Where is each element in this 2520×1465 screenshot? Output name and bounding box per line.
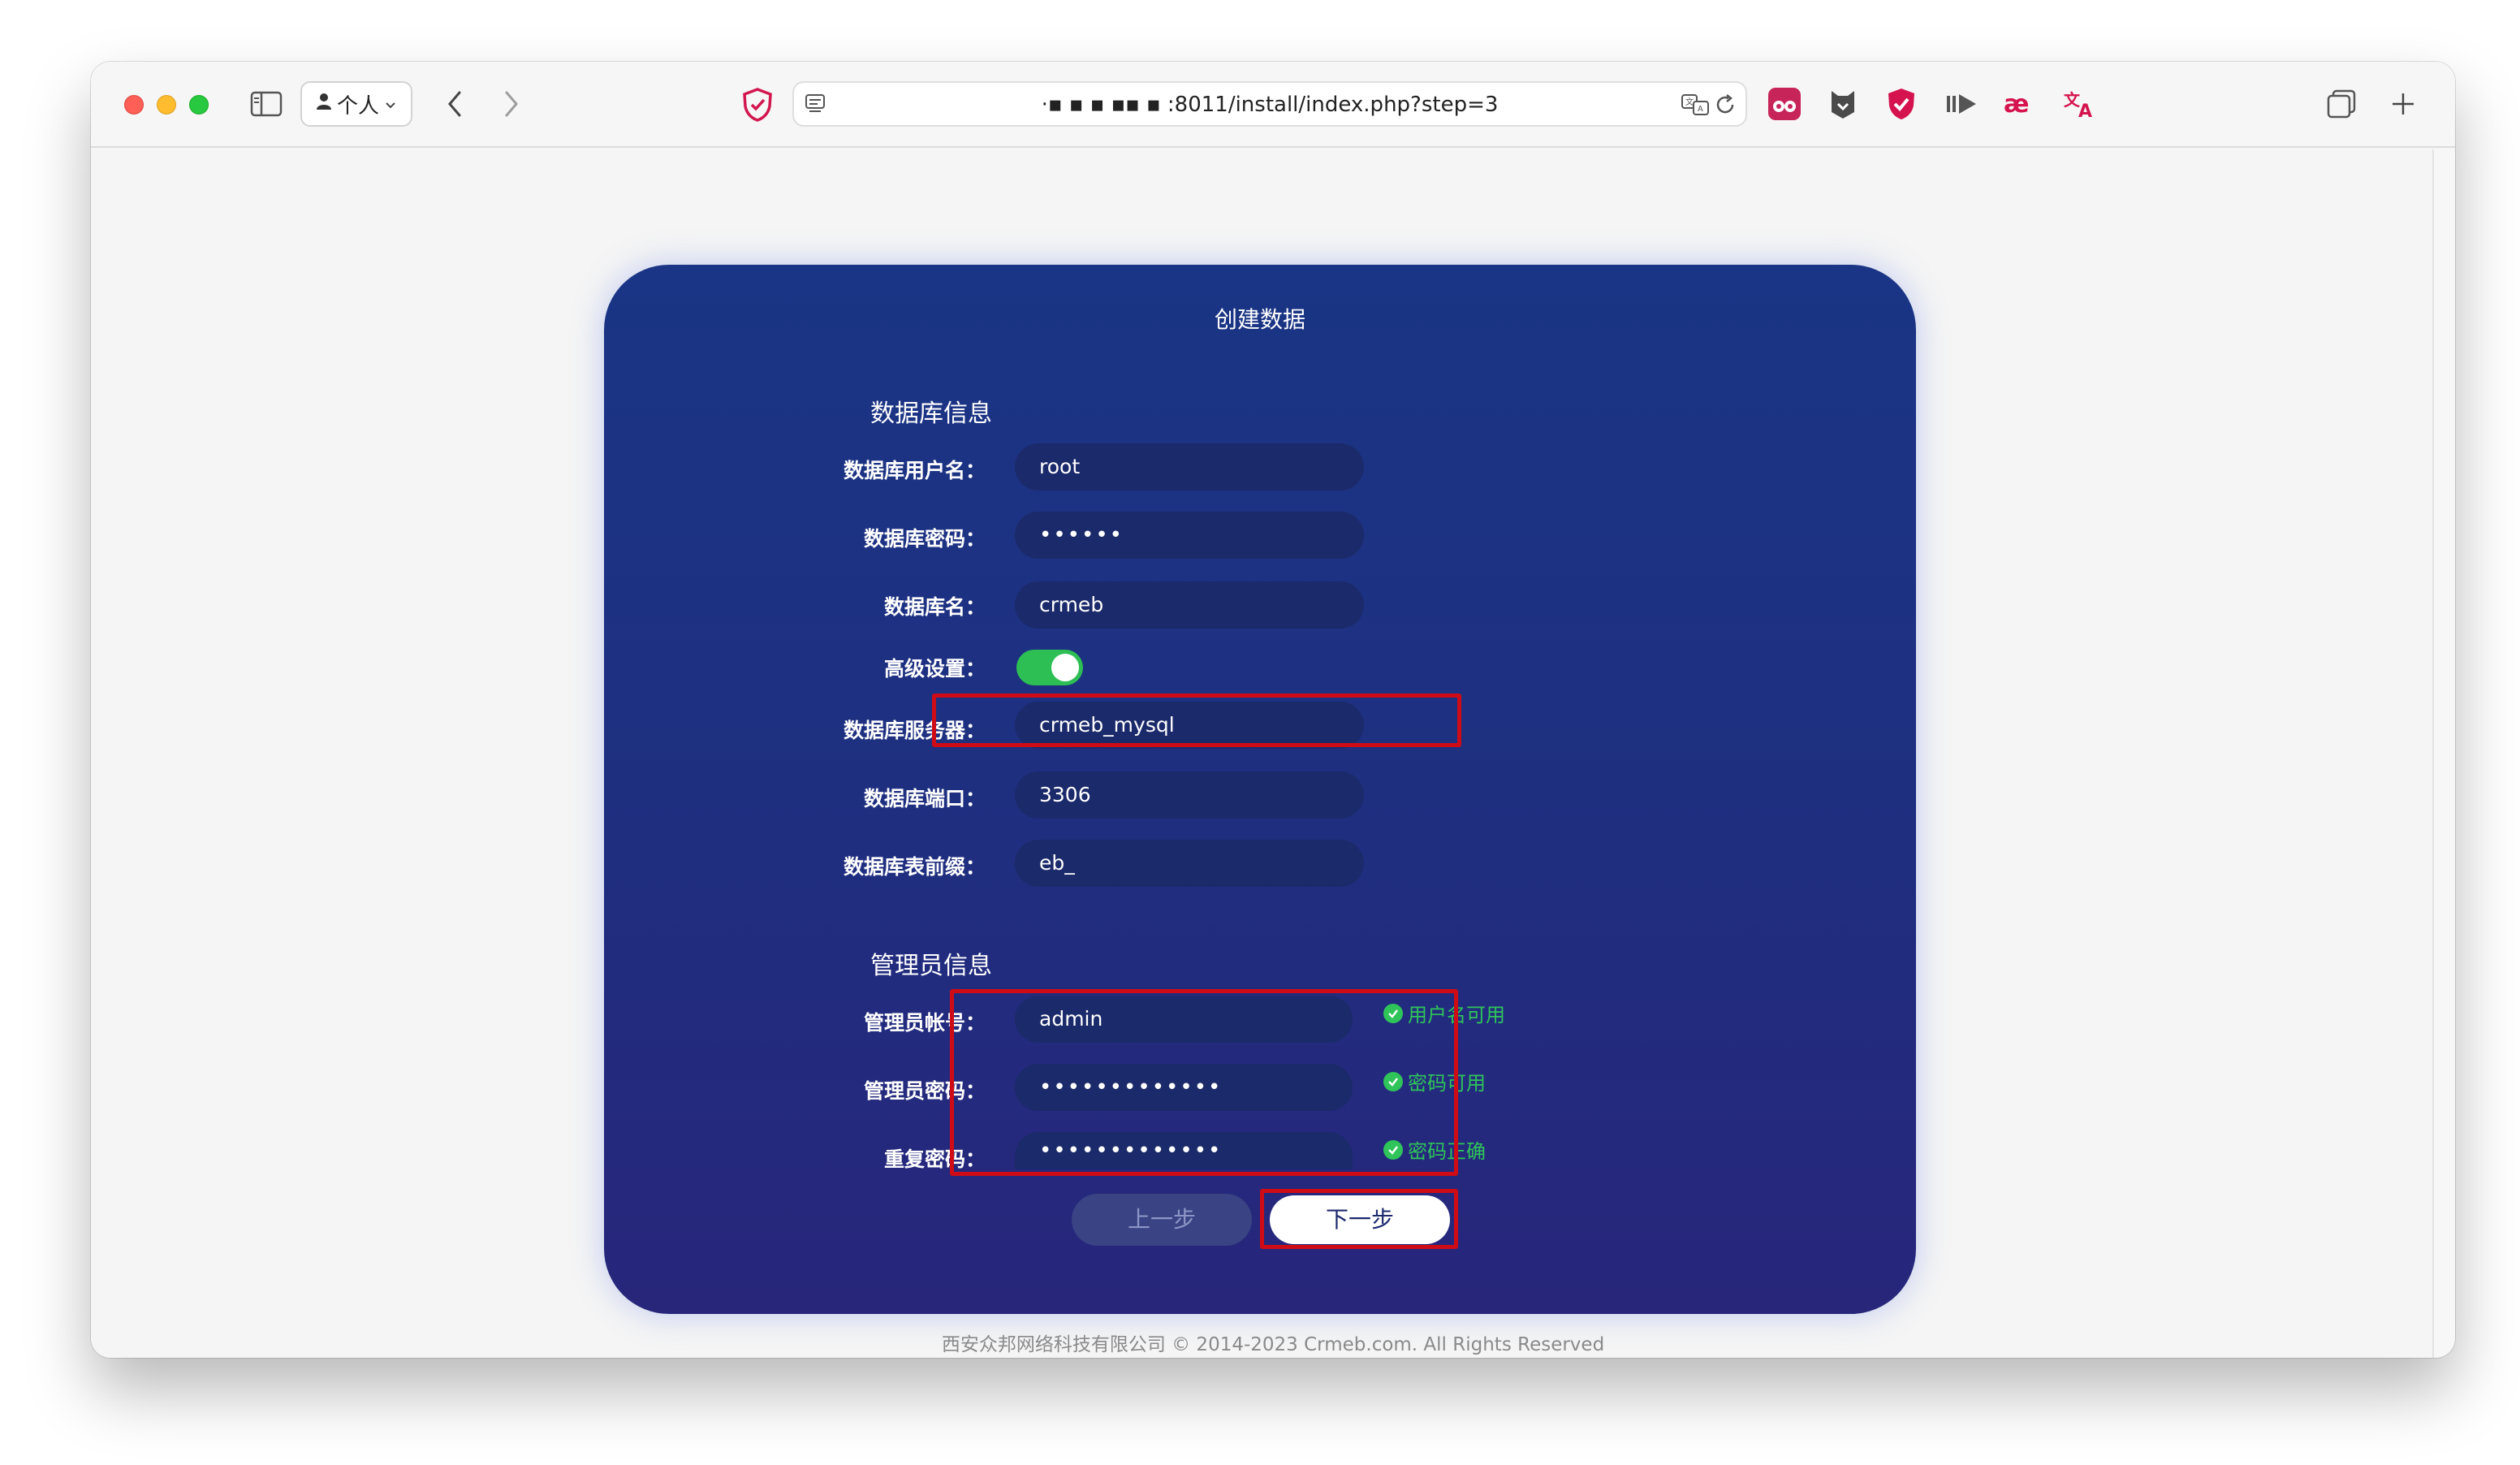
admin-section-title: 管理员信息 — [870, 952, 992, 980]
extension-play-icon[interactable] — [1940, 83, 1983, 125]
privacy-shield-icon[interactable] — [737, 84, 778, 125]
toggle-knob — [1051, 654, 1079, 681]
card-title: 创建数据 — [1214, 306, 1305, 333]
reload-icon[interactable] — [1713, 93, 1737, 117]
admin-password-label: 管理员密码： — [863, 1079, 986, 1103]
svg-text:æ: æ — [2004, 90, 2029, 119]
extension-translate-icon[interactable]: 文A — [2060, 83, 2103, 125]
db-server-highlight-box — [932, 694, 1461, 747]
next-button-highlight-box — [1260, 1189, 1458, 1249]
extension-ae-icon[interactable]: æ — [1999, 83, 2041, 125]
admin-fields-highlight-box — [950, 989, 1458, 1176]
profile-button[interactable]: 个人 — [300, 81, 412, 127]
advanced-settings-label: 高级设置： — [883, 657, 986, 681]
back-button[interactable] — [438, 88, 471, 120]
db-password-input[interactable]: •••••• — [1015, 512, 1364, 559]
chevron-down-icon — [384, 92, 397, 116]
admin-account-label: 管理员帐号： — [863, 1011, 986, 1035]
db-prefix-label: 数据库表前缀： — [843, 855, 986, 879]
db-username-input[interactable]: root — [1015, 443, 1364, 490]
extension-fox-icon[interactable] — [1822, 83, 1864, 125]
new-tab-icon[interactable] — [2385, 86, 2421, 122]
prev-step-button[interactable]: 上一步 — [1072, 1194, 1252, 1246]
footer-copyright: 西安众邦网络科技有限公司 © 2014-2023 Crmeb.com. All … — [941, 1334, 1605, 1355]
close-window-button[interactable] — [124, 95, 144, 115]
db-username-label: 数据库用户名： — [843, 459, 986, 482]
zoom-window-button[interactable] — [189, 95, 209, 115]
install-card: 创建数据 数据库信息 数据库用户名： root 数据库密码： •••••• 数据… — [604, 265, 1916, 1314]
svg-text:A: A — [2078, 102, 2092, 120]
advanced-settings-toggle[interactable] — [1016, 650, 1083, 685]
db-password-label: 数据库密码： — [863, 527, 986, 551]
db-name-input[interactable]: crmeb — [1015, 581, 1364, 629]
profile-label: 个人 — [336, 93, 379, 119]
tab-overview-icon[interactable] — [2324, 86, 2359, 122]
translate-icon[interactable]: 文A — [1681, 93, 1710, 117]
db-name-label: 数据库名： — [883, 595, 986, 619]
svg-text:文: 文 — [1685, 97, 1694, 107]
page-content: 创建数据 数据库信息 数据库用户名： root 数据库密码： •••••• 数据… — [91, 149, 2455, 1358]
db-section-title: 数据库信息 — [870, 400, 992, 428]
minimize-window-button[interactable] — [157, 95, 176, 115]
repeat-password-label: 重复密码： — [883, 1147, 986, 1171]
extension-tampermonkey-icon[interactable] — [1763, 83, 1806, 125]
db-prefix-input[interactable]: eb_ — [1015, 840, 1364, 887]
db-port-input[interactable]: 3306 — [1015, 771, 1364, 819]
svg-text:A: A — [1698, 105, 1703, 114]
browser-toolbar: 个人 ·▪ ▪ ▪ ▪▪ ▪ :8011/install/index.php?s… — [91, 62, 2455, 148]
url-text: ·▪ ▪ ▪ ▪▪ ▪ :8011/install/index.php?step… — [1041, 93, 1499, 117]
db-port-label: 数据库端口： — [863, 787, 986, 810]
scrollbar[interactable] — [2432, 149, 2455, 1358]
sidebar-toggle-icon[interactable] — [250, 91, 283, 117]
extension-shield-icon[interactable] — [1880, 83, 1922, 125]
person-icon — [316, 92, 332, 116]
address-bar[interactable]: ·▪ ▪ ▪ ▪▪ ▪ :8011/install/index.php?step… — [792, 81, 1747, 127]
browser-window: 个人 ·▪ ▪ ▪ ▪▪ ▪ :8011/install/index.php?s… — [91, 62, 2455, 1358]
forward-button[interactable] — [495, 88, 528, 120]
